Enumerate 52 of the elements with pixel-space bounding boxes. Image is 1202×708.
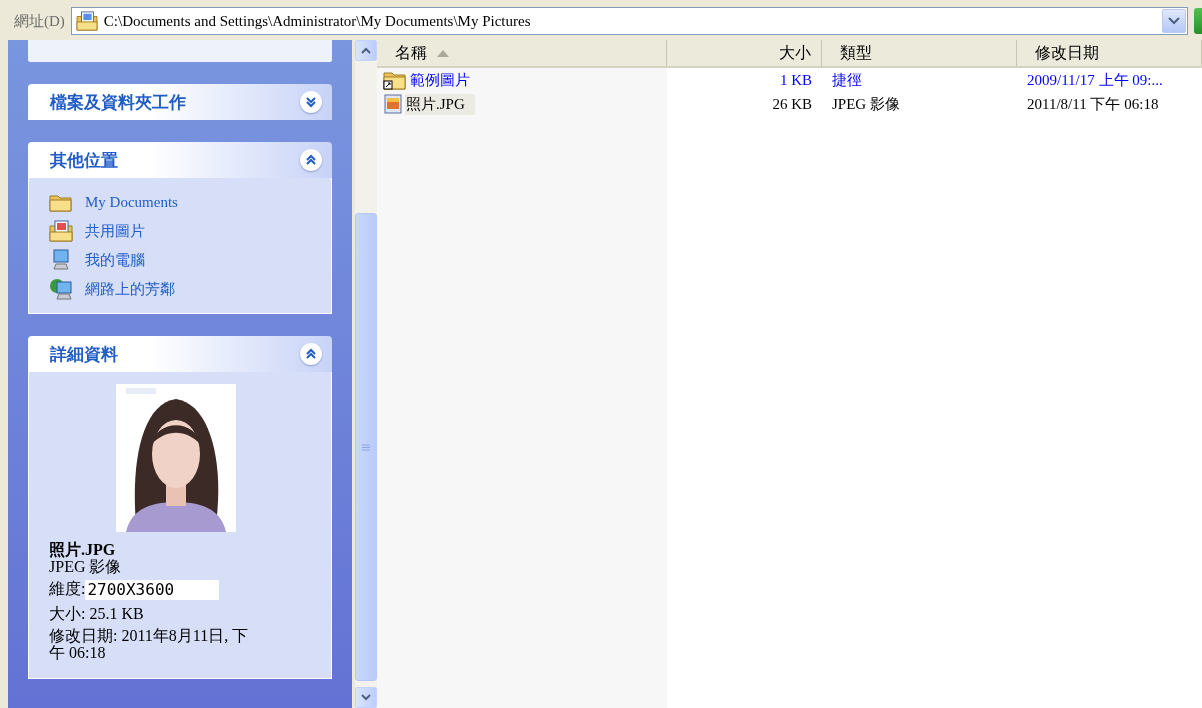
sort-ascending-icon [437,49,449,57]
chevron-up-icon [305,348,317,360]
picture-folder-icon [75,11,98,31]
address-field[interactable]: C:\Documents and Settings\Administrator\My Documents\My Pictures [70,7,1188,35]
folder-shortcut-icon [383,70,407,90]
collapse-button[interactable] [300,343,322,365]
caret-up-icon [361,47,371,54]
file-size: 26 KB [771,94,813,114]
folder-icon [49,192,73,212]
file-name[interactable]: 範例圖片 [409,69,480,91]
address-label: 網址(D) [14,11,65,31]
caret-icon [1168,17,1180,25]
file-name: 照片.JPG [49,542,117,559]
modified-date: 修改日期: 2011年8月11日, 下午 06:18 [49,628,250,662]
dimensions-field[interactable]: 2700X3600 [85,579,220,600]
place-link[interactable]: My Documents [49,190,313,214]
modified-date: 2011/8/11 下午 06:18 [1026,94,1160,114]
collapse-button[interactable] [300,91,322,113]
picture-folder-icon [49,220,73,242]
place-link[interactable]: 網路上的芳鄰 [49,277,313,301]
modified-date: 2009/11/17 上午 09:... [1026,70,1164,90]
dropdown-button[interactable] [1162,9,1186,33]
file-type: 捷徑 [831,70,863,90]
panel-header[interactable]: 詳細資料 [28,336,332,372]
scroll-down-button[interactable] [355,687,377,708]
file-size: 1 KB [778,70,813,90]
chevron-up-icon [305,154,317,166]
column-header[interactable]: 名稱 [377,40,667,66]
place-link[interactable]: 共用圖片 [49,219,313,243]
place-link[interactable]: 我的電腦 [49,248,313,272]
file-type: JPEG 影像 [49,558,123,576]
chevron-down-icon [305,96,317,108]
collapse-button[interactable] [300,149,322,171]
panel-header[interactable]: 其他位置 [28,142,332,178]
panel-title: 其他位置 [50,148,118,172]
scrollbar[interactable] [355,40,377,708]
column-header[interactable]: 大小 [667,40,822,66]
file-size: 大小: 25.1 KB [49,605,145,623]
grip-icon [362,443,370,451]
panel-header[interactable]: 檔案及資料夾工作 [28,84,332,120]
scroll-up-button[interactable] [355,40,377,61]
file-type: JPEG 影像 [831,94,901,114]
file-name[interactable]: 照片.JPG [405,93,475,115]
panel-title: 詳細資料 [50,342,118,366]
image-file-icon [383,94,403,114]
caret-down-icon [361,694,371,701]
dimensions-label: 維度: [49,581,86,598]
column-header[interactable]: 修改日期 [1017,40,1202,66]
network-computer-icon [49,278,73,300]
scroll-thumb[interactable] [355,213,377,681]
column-header[interactable]: 類型 [822,40,1017,66]
panel-title: 檔案及資料夾工作 [50,90,186,114]
